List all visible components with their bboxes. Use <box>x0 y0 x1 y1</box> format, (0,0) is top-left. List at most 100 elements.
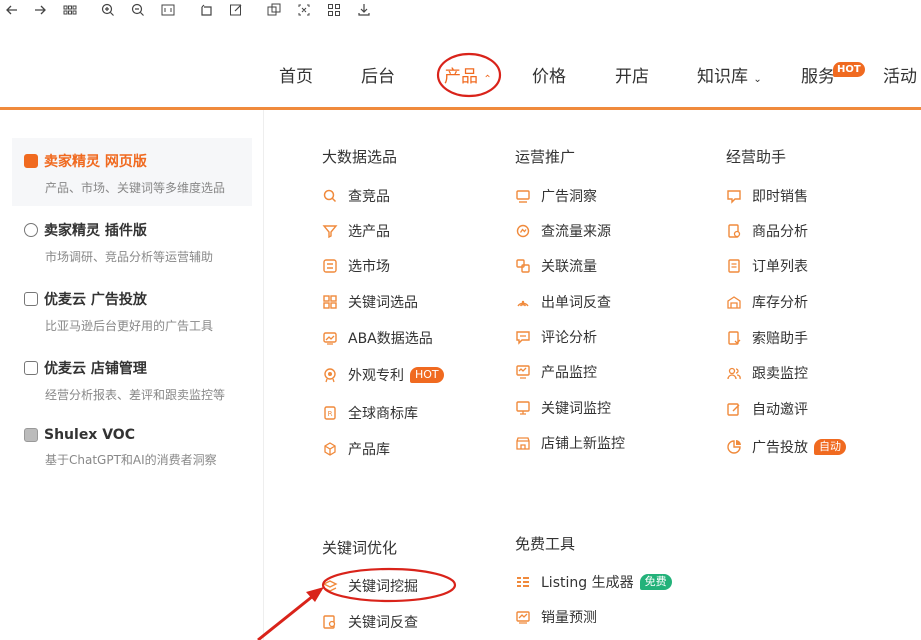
sidebar-item-sellersprite-web[interactable]: 卖家精灵 网页版 产品、市场、关键词等多维度选品 <box>12 138 252 206</box>
link-order-keyword-reverse[interactable]: 出单词反查 <box>515 292 611 312</box>
nav-products[interactable]: 产品 ⌃ <box>444 62 492 87</box>
link-label: 选产品 <box>348 224 390 240</box>
link-ad-placement[interactable]: 广告投放 自动 <box>726 437 846 457</box>
download-icon[interactable] <box>356 2 372 18</box>
nav-backend[interactable]: 后台 <box>361 62 395 87</box>
nav-knowledge[interactable]: 知识库 ⌄ <box>697 62 762 87</box>
link-search-competitor[interactable]: 查竞品 <box>322 186 390 206</box>
link-keyword-monitor[interactable]: 关键词监控 <box>515 398 611 418</box>
link-label: 即时销售 <box>752 189 808 205</box>
link-label: 销量预测 <box>541 610 597 626</box>
link-ad-insight[interactable]: 广告洞察 <box>515 186 597 206</box>
link-keyword-mining[interactable]: 关键词挖掘 <box>322 576 418 596</box>
top-navigation: 首页 后台 产品 ⌃ 价格 开店 知识库 ⌄ 服务 HOT 活动 <box>0 50 921 100</box>
sidebar-item-title: 优麦云 广告投放 <box>44 292 147 308</box>
link-realtime-sales[interactable]: 即时销售 <box>726 186 808 206</box>
back-arrow-icon[interactable] <box>4 2 20 18</box>
sidebar-item-title: 卖家精灵 网页版 <box>44 154 147 170</box>
sidebar-item-youmaiyun-ads[interactable]: 优麦云 广告投放 比亚马逊后台更好用的广告工具 <box>12 276 252 344</box>
link-inventory-analysis[interactable]: 库存分析 <box>726 292 808 312</box>
nav-pricing[interactable]: 价格 <box>532 62 566 87</box>
link-label: 产品库 <box>348 442 390 458</box>
link-label: 评论分析 <box>541 330 597 346</box>
link-review-analysis[interactable]: 评论分析 <box>515 327 597 347</box>
zoom-out-icon[interactable] <box>130 2 146 18</box>
link-related-traffic[interactable]: 关联流量 <box>515 256 597 276</box>
link-product-analysis[interactable]: 商品分析 <box>726 221 808 241</box>
nav-open-store[interactable]: 开店 <box>615 62 649 87</box>
warehouse-icon <box>726 294 742 310</box>
link-label: 查流量来源 <box>541 224 611 240</box>
link-hijack-monitor[interactable]: 跟卖监控 <box>726 363 808 383</box>
viewer-toolbar <box>0 0 921 22</box>
column-head-keyword: 关键词优化 <box>322 539 398 557</box>
link-auto-review-request[interactable]: 自动邀评 <box>726 399 808 419</box>
sidebar-item-sellersprite-plugin[interactable]: 卖家精灵 插件版 市场调研、竞品分析等运营辅助 <box>12 207 252 275</box>
forward-arrow-icon[interactable] <box>32 2 48 18</box>
link-store-new-monitor[interactable]: 店铺上新监控 <box>515 433 625 453</box>
link-label: Listing 生成器 <box>541 575 634 591</box>
link-label: 关键词反查 <box>348 615 418 631</box>
fit-icon[interactable] <box>160 2 176 18</box>
monitor-icon <box>515 364 531 380</box>
radar-icon <box>515 294 531 310</box>
filter-icon <box>322 223 338 239</box>
column-head-assistant: 经营助手 <box>726 148 787 166</box>
sidebar-item-shulex[interactable]: Shulex VOC 基于ChatGPT和AI的消费者洞察 <box>12 414 252 482</box>
nav-service[interactable]: 服务 HOT <box>801 62 865 87</box>
market-icon <box>322 258 338 274</box>
grid-icon[interactable] <box>62 2 78 18</box>
column-head-bigdata: 大数据选品 <box>322 148 398 166</box>
sidebar-item-youmaiyun-store[interactable]: 优麦云 店铺管理 经营分析报表、差评和跟卖监控等 <box>12 345 252 413</box>
svg-text:R: R <box>328 410 333 418</box>
store-logo-icon <box>24 361 38 375</box>
nav-service-label: 服务 <box>801 67 835 87</box>
qr-icon[interactable] <box>326 2 342 18</box>
nav-home[interactable]: 首页 <box>279 62 313 87</box>
link-product-monitor[interactable]: 产品监控 <box>515 362 597 382</box>
column-head-ops: 运营推广 <box>515 148 576 166</box>
forecast-icon <box>515 609 531 625</box>
crop-icon[interactable] <box>296 2 312 18</box>
edit-icon[interactable] <box>228 2 244 18</box>
auto-tag: 自动 <box>814 439 846 455</box>
link-label: 库存分析 <box>752 295 808 311</box>
link-label: ABA数据选品 <box>348 331 433 347</box>
rotate-icon[interactable] <box>198 2 214 18</box>
comment-icon <box>515 329 531 345</box>
analysis-icon <box>726 223 742 239</box>
free-tag: 免费 <box>639 574 672 590</box>
link-label: 关键词挖掘 <box>348 579 418 595</box>
link-label: 订单列表 <box>752 259 808 275</box>
link-label: 商品分析 <box>752 224 808 240</box>
link-product-library[interactable]: 产品库 <box>322 439 390 459</box>
store-icon <box>515 435 531 451</box>
link-claim-assistant[interactable]: 索赔助手 <box>726 328 808 348</box>
layers-icon <box>322 578 338 594</box>
link-keyword-select[interactable]: 关键词选品 <box>322 292 418 312</box>
copy-icon[interactable] <box>266 2 282 18</box>
link-design-patent[interactable]: 外观专利 HOT <box>322 365 444 385</box>
claim-icon <box>726 330 742 346</box>
link-select-product[interactable]: 选产品 <box>322 221 390 241</box>
link-label: 产品监控 <box>541 365 597 381</box>
link-listing-generator[interactable]: Listing 生成器 免费 <box>515 572 672 592</box>
link-select-market[interactable]: 选市场 <box>322 256 390 276</box>
link-keyword-reverse[interactable]: 关键词反查 <box>322 612 418 632</box>
zoom-in-icon[interactable] <box>100 2 116 18</box>
sidebar-item-sub: 比亚马逊后台更好用的广告工具 <box>45 319 214 333</box>
link-sales-forecast[interactable]: 销量预测 <box>515 607 597 627</box>
nav-activity[interactable]: 活动 <box>883 62 917 87</box>
link-trademark[interactable]: R 全球商标库 <box>322 403 418 423</box>
reverse-search-icon <box>322 614 338 630</box>
link-aba-select[interactable]: ABA数据选品 <box>322 328 433 348</box>
chevron-down-icon: ⌄ <box>753 74 762 85</box>
link-label: 关联流量 <box>541 259 597 275</box>
link-order-list[interactable]: 订单列表 <box>726 256 808 276</box>
compass-icon <box>515 223 531 239</box>
link-label: 跟卖监控 <box>752 366 808 382</box>
link-label: 全球商标库 <box>348 406 418 422</box>
link-label: 广告投放 <box>752 440 808 456</box>
column-head-free: 免费工具 <box>515 535 576 553</box>
link-traffic-source[interactable]: 查流量来源 <box>515 221 611 241</box>
